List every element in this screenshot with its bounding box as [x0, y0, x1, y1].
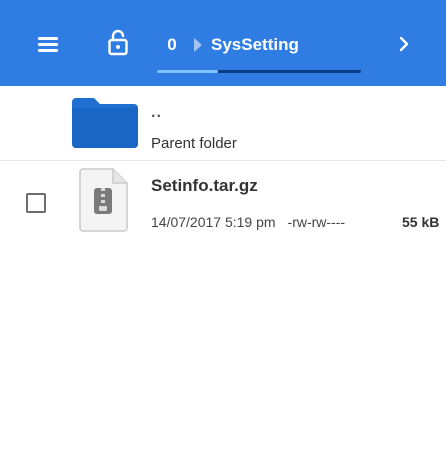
loading-progress-fill	[157, 70, 219, 73]
unlock-icon[interactable]	[106, 28, 130, 58]
breadcrumb: 0 SysSetting	[160, 30, 299, 60]
file-select-checkbox[interactable]	[26, 193, 46, 213]
file-name: Setinfo.tar.gz	[151, 176, 258, 195]
file-size: 55 kB	[402, 214, 440, 230]
file-manager-screen: 0 SysSetting .. Parent folder Setinfo.ta…	[0, 0, 446, 466]
file-date: 14/07/2017 5:19 pm	[151, 214, 276, 230]
file-permissions: -rw-rw----	[287, 214, 346, 230]
parent-folder-label: Parent folder	[151, 135, 237, 152]
top-toolbar: 0 SysSetting	[0, 0, 446, 86]
archive-file-icon	[77, 168, 129, 232]
file-meta: 14/07/2017 5:19 pm -rw-rw----	[151, 214, 345, 230]
parent-folder-row[interactable]: .. Parent folder	[0, 86, 446, 160]
parent-folder-name: ..	[151, 104, 162, 121]
hamburger-menu-icon[interactable]	[36, 34, 62, 58]
folder-icon	[70, 94, 140, 150]
chevron-right-icon[interactable]	[394, 32, 414, 56]
breadcrumb-root[interactable]: 0	[160, 35, 184, 55]
breadcrumb-current-folder[interactable]: SysSetting	[211, 35, 299, 55]
breadcrumb-separator-icon	[194, 38, 202, 52]
loading-progress-bar	[157, 70, 361, 73]
file-row[interactable]: Setinfo.tar.gz 14/07/2017 5:19 pm -rw-rw…	[0, 161, 446, 241]
